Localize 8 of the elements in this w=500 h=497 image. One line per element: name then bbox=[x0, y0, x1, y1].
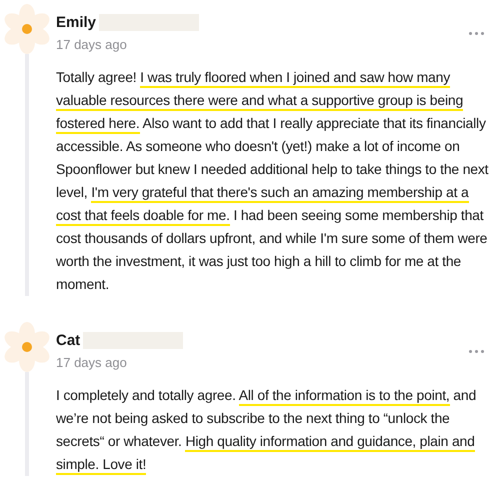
author-name: Emily bbox=[56, 14, 96, 31]
timestamp: 17 days ago bbox=[56, 355, 128, 370]
comment-text: Totally agree! I was truly floored when I joined and saw how many valuable resources there were and what a supportive group is being fostered here. Also want to add that I really appreciate that its financially accessible. As someone who doesn't (yet!) make a lot of income on Spoonflower but knew I needed additional help to take things to the next level, I'm very grateful that there's such an amazing membership at a cost that feels doable for me. I had been seeing some membership that cost thousands of dollars upfront, and while I'm sure some of them were worth the investment, it was just too high a hill to climb for me at the moment. bbox=[56, 68, 490, 294]
flower-avatar-icon bbox=[2, 4, 52, 54]
comment-text: I completely and totally agree. All of the information is to the point, and we’re not being asked to subscribe to the next thing to “unlock the secrets“ or whatever. High quality information and guidance, plain and simple. Love it! bbox=[56, 384, 492, 476]
flower-avatar-icon bbox=[2, 322, 52, 372]
author-name: Cat bbox=[56, 332, 80, 349]
timestamp: 17 days ago bbox=[56, 37, 128, 52]
